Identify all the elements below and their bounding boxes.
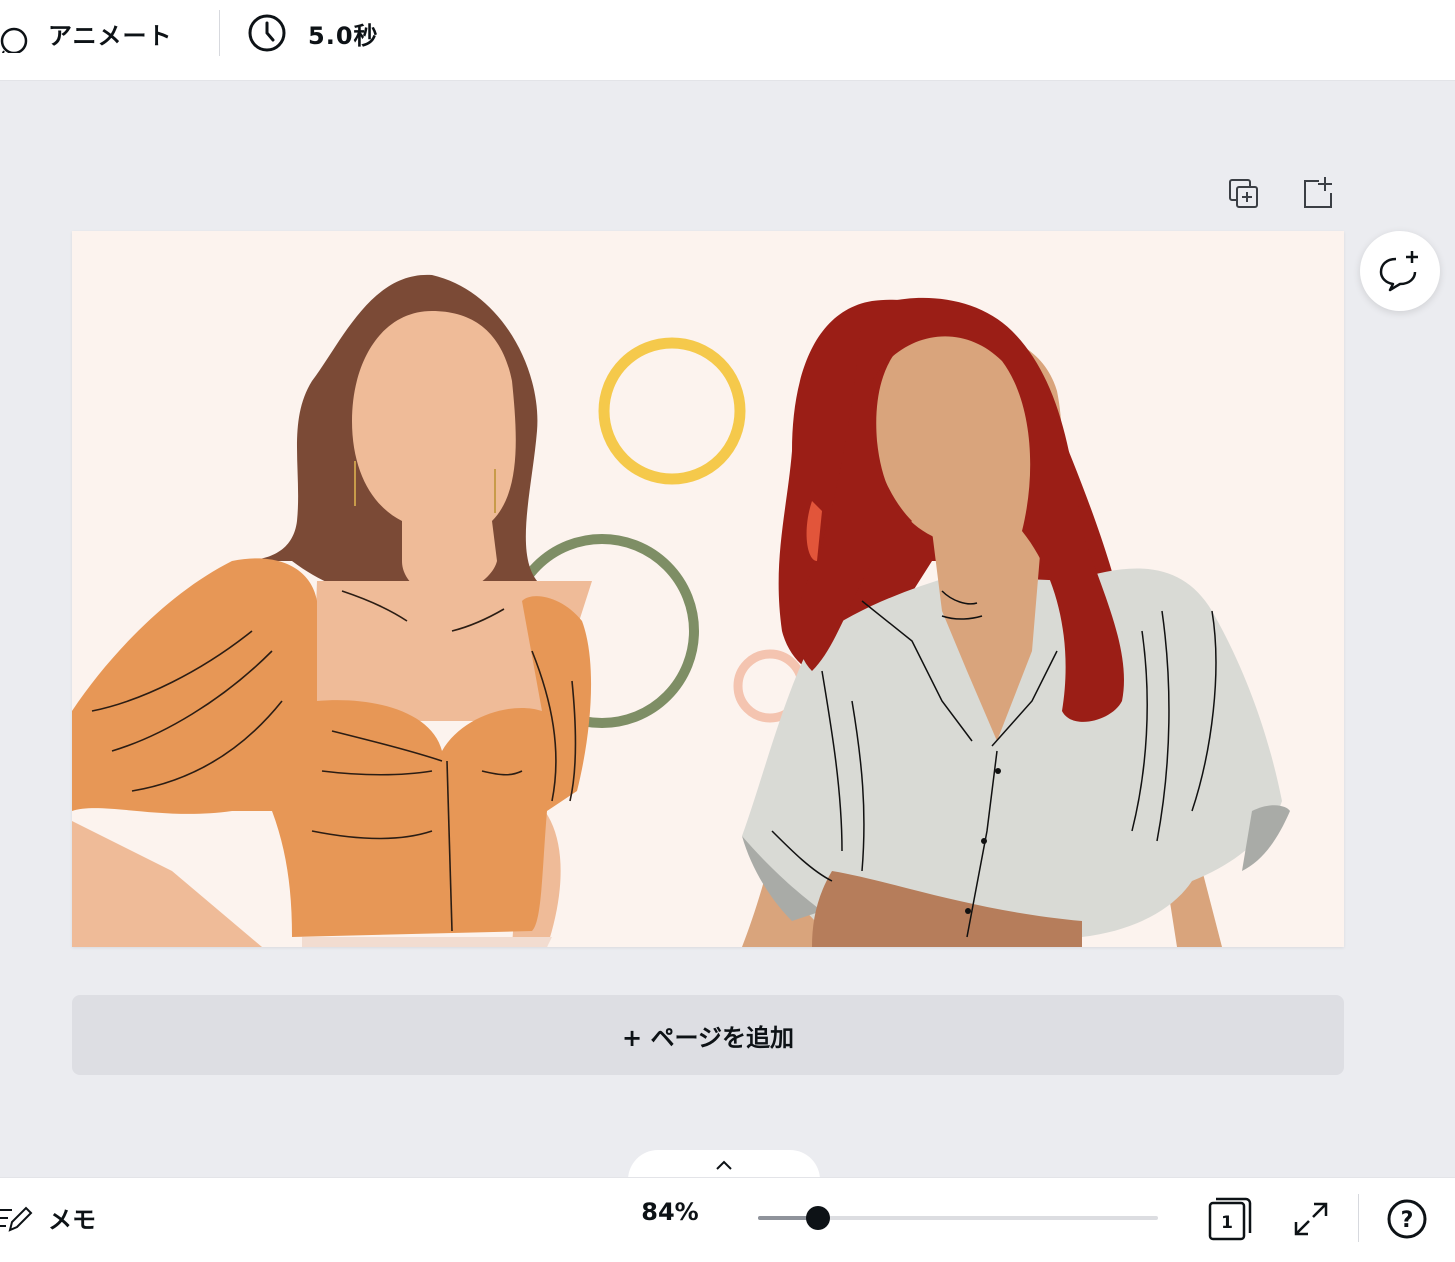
design-canvas[interactable] — [72, 231, 1344, 947]
zoom-percent[interactable]: 84% — [630, 1198, 710, 1226]
duration-label: 5.0秒 — [308, 21, 379, 50]
add-page-icon — [1304, 177, 1332, 208]
notes-button[interactable]: メモ — [0, 1195, 96, 1239]
notes-label: メモ — [48, 1205, 96, 1234]
woman-left — [72, 274, 592, 947]
expand-icon — [1294, 1202, 1328, 1236]
fullscreen-button[interactable] — [1288, 1196, 1334, 1242]
notes-icon — [0, 1206, 33, 1232]
animate-icon — [0, 27, 28, 53]
help-icon: ? — [1387, 1199, 1427, 1239]
page-count-button[interactable]: 1 — [1206, 1197, 1252, 1243]
page-count: 1 — [1221, 1213, 1233, 1233]
zoom-slider-thumb[interactable] — [806, 1206, 830, 1230]
clock-icon — [248, 14, 286, 52]
add-page-button-top[interactable] — [1296, 172, 1336, 212]
help-button[interactable]: ? — [1384, 1196, 1430, 1242]
duplicate-page-icon — [1229, 179, 1258, 208]
woman-right — [742, 297, 1290, 947]
top-toolbar: アニメート 5.0秒 — [0, 0, 1455, 81]
add-comment-button[interactable] — [1360, 231, 1440, 311]
chevron-up-icon — [716, 1160, 732, 1170]
pages-icon: 1 — [1208, 1197, 1252, 1241]
toolbar-divider-bottom — [1358, 1194, 1359, 1242]
zoom-slider[interactable] — [758, 1206, 1158, 1230]
svg-text:?: ? — [1401, 1208, 1414, 1233]
yellow-ring — [598, 337, 746, 485]
toolbar-divider — [219, 10, 220, 56]
duration-button[interactable]: 5.0秒 — [247, 0, 379, 66]
illustration-two-women — [72, 274, 1290, 947]
add-page-button[interactable]: + ページを追加 — [72, 995, 1344, 1075]
expand-pages-tab[interactable] — [628, 1150, 820, 1180]
animate-label: アニメート — [48, 21, 173, 50]
duplicate-page-button[interactable] — [1224, 174, 1264, 214]
animate-button[interactable]: アニメート — [0, 0, 173, 66]
add-comment-icon — [1379, 251, 1418, 292]
add-page-label: + ページを追加 — [622, 1023, 794, 1052]
